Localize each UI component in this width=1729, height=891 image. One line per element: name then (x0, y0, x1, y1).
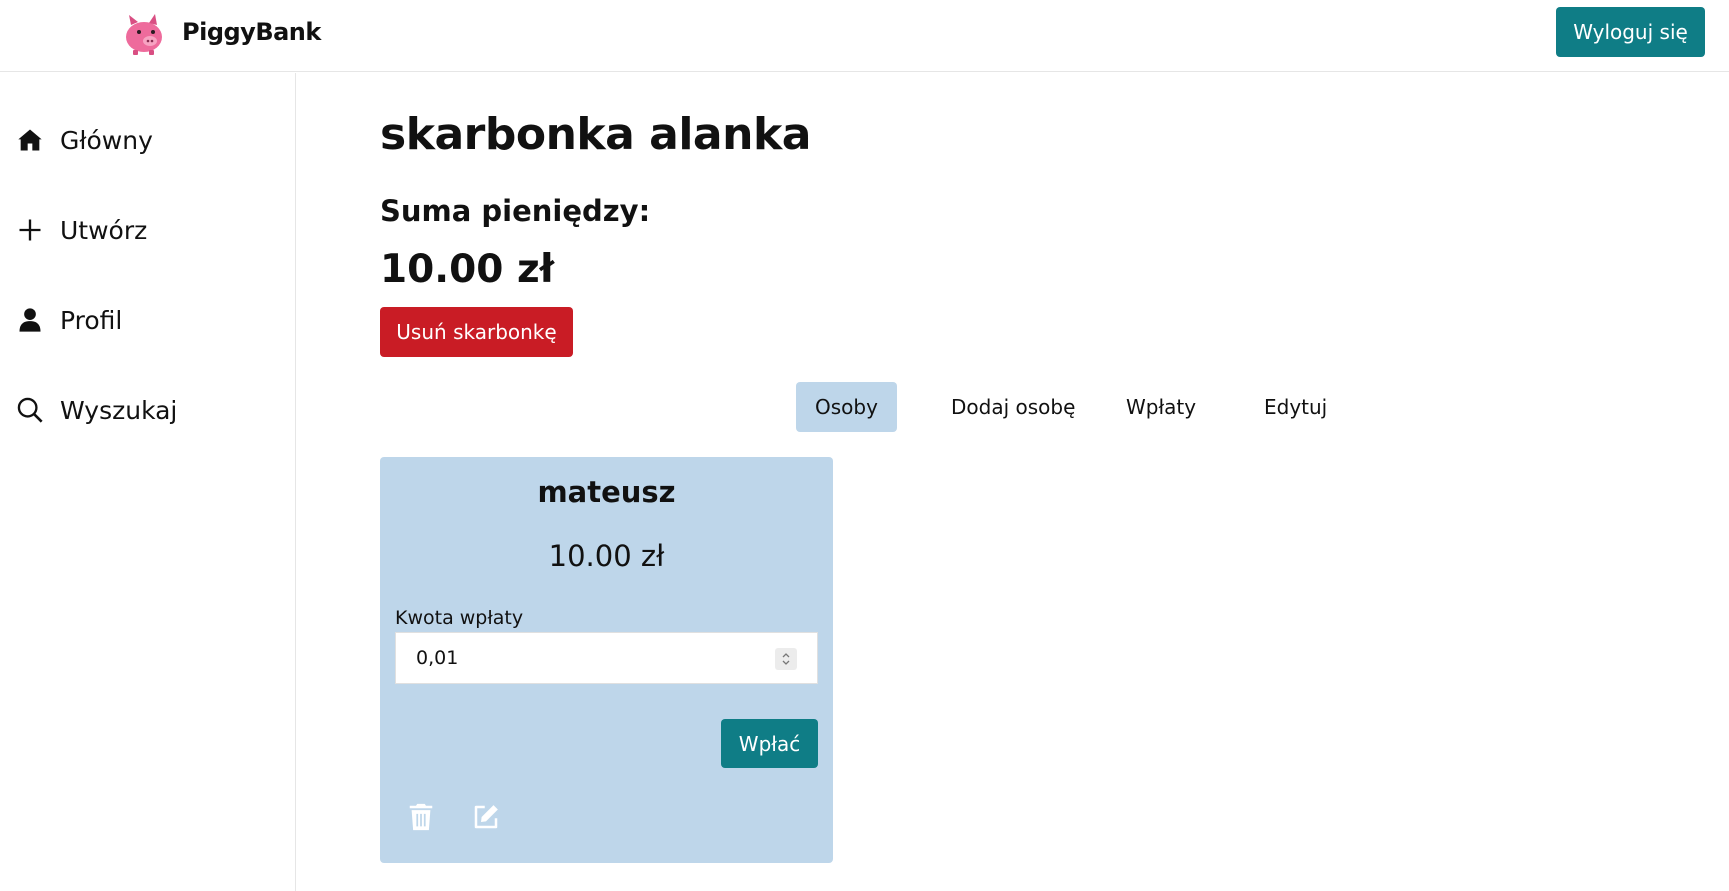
deposit-amount-input[interactable]: 0,01 (395, 632, 818, 684)
sidebar-item-search[interactable]: Wyszukaj (16, 390, 177, 430)
stepper-arrows-icon (782, 653, 790, 665)
top-bar: PiggyBank Wyloguj się (0, 0, 1729, 72)
person-card: mateusz 10.00 zł Kwota wpłaty 0,01 Wpłać (380, 457, 833, 863)
brand-name[interactable]: PiggyBank (182, 18, 321, 46)
sum-label: Suma pieniędzy: (380, 194, 651, 228)
logout-button[interactable]: Wyloguj się (1556, 7, 1705, 57)
deposit-amount-value: 0,01 (416, 647, 459, 669)
piggy-bank-logo-icon[interactable] (122, 11, 166, 55)
tab-deposits[interactable]: Wpłaty (1107, 382, 1215, 432)
plus-icon (19, 219, 41, 241)
page-title: skarbonka alanka (380, 109, 811, 160)
sidebar: Główny Utwórz Profil Wyszukaj (0, 73, 296, 891)
delete-piggybank-button[interactable]: Usuń skarbonkę (380, 307, 573, 357)
sidebar-item-label: Profil (60, 305, 123, 335)
sidebar-item-home[interactable]: Główny (16, 120, 153, 160)
user-icon (19, 308, 41, 332)
sum-value: 10.00 zł (380, 247, 555, 292)
deposit-amount-label: Kwota wpłaty (395, 607, 524, 629)
sidebar-item-label: Główny (60, 125, 153, 155)
search-icon (17, 397, 43, 423)
sidebar-item-label: Utwórz (60, 215, 148, 245)
tab-edit[interactable]: Edytuj (1245, 382, 1346, 432)
sidebar-item-create[interactable]: Utwórz (16, 210, 147, 250)
tab-add-person[interactable]: Dodaj osobę (932, 382, 1094, 432)
trash-icon[interactable] (406, 802, 436, 832)
sidebar-item-label: Wyszukaj (60, 395, 178, 425)
tab-people[interactable]: Osoby (796, 382, 897, 432)
edit-icon[interactable] (471, 802, 501, 832)
person-name: mateusz (537, 475, 676, 509)
sidebar-item-profile[interactable]: Profil (16, 300, 122, 340)
person-amount: 10.00 zł (548, 539, 665, 573)
number-stepper[interactable] (775, 648, 797, 670)
deposit-button[interactable]: Wpłać (721, 719, 818, 768)
home-icon (18, 129, 42, 151)
